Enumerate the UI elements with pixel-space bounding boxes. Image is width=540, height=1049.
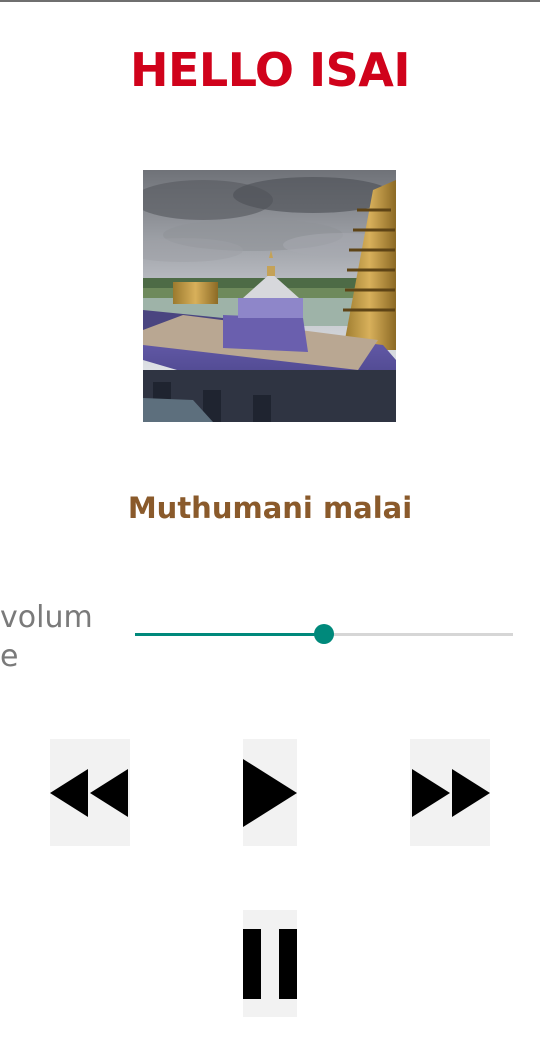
song-title: Muthumani malai xyxy=(127,491,413,525)
pause-icon xyxy=(243,928,297,999)
fast-forward-icon xyxy=(412,768,490,817)
volume-label: volume xyxy=(0,600,93,674)
play-button[interactable] xyxy=(243,739,297,846)
volume-slider[interactable] xyxy=(135,620,513,648)
play-icon xyxy=(243,758,297,827)
pause-button[interactable] xyxy=(243,910,297,1017)
rewind-icon xyxy=(50,768,128,817)
volume-slider-fill xyxy=(135,633,324,636)
album-art xyxy=(143,170,396,422)
rewind-button[interactable] xyxy=(50,739,130,846)
top-divider xyxy=(0,0,540,2)
app-title: HELLO ISAI xyxy=(130,43,410,97)
volume-slider-thumb[interactable] xyxy=(314,624,334,644)
album-art-image xyxy=(143,170,396,422)
fast-forward-button[interactable] xyxy=(410,739,490,846)
